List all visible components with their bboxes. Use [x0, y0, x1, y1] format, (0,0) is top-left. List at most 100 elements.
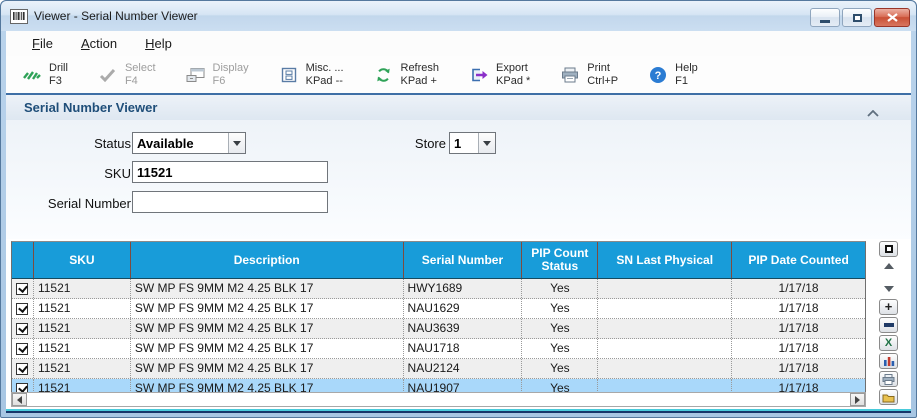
square-icon	[885, 245, 893, 253]
store-dropdown-arrow[interactable]	[478, 133, 495, 153]
store-value: 1	[450, 136, 478, 151]
display-label: Display	[213, 62, 249, 75]
grid-side-toolbar: + X	[879, 241, 898, 407]
refresh-button[interactable]: RefreshKPad +	[366, 59, 448, 91]
vertical-scrollbar-track[interactable]	[881, 272, 896, 282]
scroll-right-button[interactable]	[850, 393, 865, 406]
menu-file[interactable]: File	[20, 33, 65, 54]
export-shortcut: KPad *	[496, 75, 530, 88]
check-icon	[98, 68, 118, 82]
export-icon	[469, 67, 489, 83]
maximize-grid-button[interactable]	[879, 241, 898, 257]
help-button[interactable]: ? HelpF1	[640, 59, 706, 91]
menu-help[interactable]: Help	[133, 33, 184, 54]
chart-button[interactable]	[879, 353, 898, 369]
table-row[interactable]: 11521SW MP FS 9MM M2 4.25 BLK 17NAU2124Y…	[12, 359, 865, 379]
horizontal-scrollbar[interactable]	[11, 392, 866, 407]
zoom-out-button[interactable]	[879, 317, 898, 333]
arrow-up-icon	[884, 263, 894, 269]
minimize-button[interactable]	[810, 8, 840, 27]
display-button[interactable]: DisplayF6	[178, 59, 257, 91]
export-excel-button[interactable]: X	[879, 335, 898, 351]
excel-icon: X	[885, 337, 892, 349]
column-header-sn-last-physical[interactable]: SN Last Physical	[598, 242, 732, 278]
table-row[interactable]: 11521SW MP FS 9MM M2 4.25 BLK 17HWY1689Y…	[12, 279, 865, 299]
row-checkbox[interactable]	[16, 303, 28, 315]
status-dropdown-arrow[interactable]	[228, 133, 245, 153]
sku-input[interactable]	[132, 161, 328, 183]
checkbox-cell	[12, 279, 34, 298]
chevron-down-icon	[233, 141, 241, 146]
menu-action[interactable]: Action	[69, 33, 129, 54]
refresh-icon	[374, 67, 394, 83]
scroll-down-button[interactable]	[884, 282, 894, 295]
column-header-serial[interactable]: Serial Number	[404, 242, 523, 278]
cell-serial: NAU3639	[404, 319, 523, 338]
row-checkbox[interactable]	[16, 363, 28, 375]
scroll-left-button[interactable]	[12, 393, 27, 406]
drill-icon	[22, 67, 42, 82]
cell-pip-count-status: Yes	[522, 279, 598, 298]
print-grid-button[interactable]	[879, 371, 898, 387]
row-checkbox[interactable]	[16, 283, 28, 295]
column-header-pip-count-status[interactable]: PIP Count Status	[522, 242, 598, 278]
checkbox-cell	[12, 339, 34, 358]
status-dropdown[interactable]: Available	[132, 132, 246, 154]
menu-bar: FileActionHelp	[6, 31, 911, 56]
minus-icon	[884, 323, 894, 327]
scroll-up-button[interactable]	[884, 259, 894, 272]
close-button[interactable]	[874, 8, 910, 27]
cell-sku: 11521	[34, 299, 131, 318]
title-bar[interactable]: Viewer - Serial Number Viewer	[1, 1, 916, 31]
row-checkbox[interactable]	[16, 323, 28, 335]
drill-button[interactable]: DrillF3	[14, 59, 76, 91]
column-header-sku[interactable]: SKU	[34, 242, 131, 278]
display-icon	[186, 67, 206, 83]
table-header-row: SKUDescriptionSerial NumberPIP Count Sta…	[12, 242, 865, 279]
print-button[interactable]: PrintCtrl+P	[552, 59, 626, 91]
section-header: Serial Number Viewer	[6, 93, 911, 120]
chevron-down-icon	[483, 141, 491, 146]
row-checkbox[interactable]	[16, 343, 28, 355]
display-shortcut: F6	[213, 75, 249, 88]
status-value: Available	[133, 136, 228, 151]
cell-pip-count-status: Yes	[522, 359, 598, 378]
misc-button[interactable]: Misc. ...KPad --	[271, 59, 352, 91]
select-button[interactable]: SelectF4	[90, 59, 164, 91]
restore-button[interactable]	[842, 8, 872, 27]
store-label: Store	[326, 136, 446, 151]
select-label: Select	[125, 62, 156, 75]
column-header-pip-date-counted[interactable]: PIP Date Counted	[732, 242, 865, 278]
table-row[interactable]: 11521SW MP FS 9MM M2 4.25 BLK 17NAU1629Y…	[12, 299, 865, 319]
serial-number-input[interactable]	[132, 191, 328, 213]
cell-sku: 11521	[34, 319, 131, 338]
cell-sku: 11521	[34, 279, 131, 298]
drill-label: Drill	[49, 62, 68, 75]
store-dropdown[interactable]: 1	[449, 132, 496, 154]
open-folder-button[interactable]	[879, 389, 898, 405]
print-shortcut: Ctrl+P	[587, 75, 618, 88]
checkbox-cell	[12, 359, 34, 378]
arrow-left-icon	[17, 396, 22, 404]
cell-serial: NAU1718	[404, 339, 523, 358]
app-window: Viewer - Serial Number Viewer FileAction…	[0, 0, 917, 418]
status-label: Status	[11, 136, 131, 151]
help-label: Help	[675, 62, 698, 75]
restore-icon	[853, 14, 862, 22]
column-header-description[interactable]: Description	[131, 242, 404, 278]
table-row[interactable]: 11521SW MP FS 9MM M2 4.25 BLK 17NAU1718Y…	[12, 339, 865, 359]
cell-serial: NAU2124	[404, 359, 523, 378]
cell-sku: 11521	[34, 339, 131, 358]
barcode-app-icon	[10, 9, 28, 24]
sku-label: SKU	[11, 166, 131, 181]
window-title: Viewer - Serial Number Viewer	[34, 9, 198, 23]
export-button[interactable]: ExportKPad *	[461, 59, 538, 91]
zoom-in-button[interactable]: +	[879, 299, 898, 315]
printer-icon	[882, 374, 895, 385]
close-icon	[887, 13, 898, 22]
cell-sn-last-physical	[598, 359, 732, 378]
cell-description: SW MP FS 9MM M2 4.25 BLK 17	[131, 359, 404, 378]
table-row[interactable]: 11521SW MP FS 9MM M2 4.25 BLK 17NAU3639Y…	[12, 319, 865, 339]
drill-shortcut: F3	[49, 75, 68, 88]
cell-sku: 11521	[34, 359, 131, 378]
